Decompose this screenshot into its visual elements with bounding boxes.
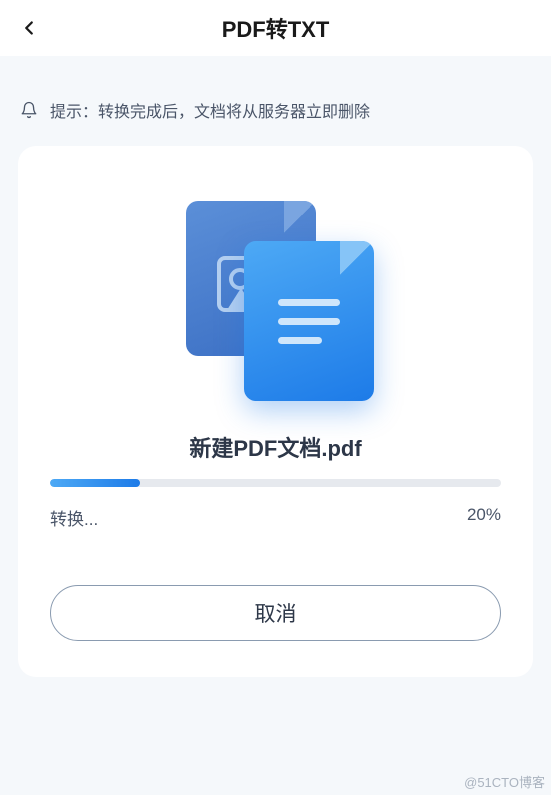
notice-text: 提示：转换完成后，文档将从服务器立即删除 bbox=[50, 98, 370, 122]
file-name: 新建PDF文档.pdf bbox=[189, 431, 361, 463]
header: PDF转TXT bbox=[0, 0, 551, 56]
status-label: 转换... bbox=[50, 505, 98, 530]
progress-bar bbox=[50, 479, 501, 487]
page-title: PDF转TXT bbox=[18, 12, 533, 44]
file-illustration-icon bbox=[186, 201, 366, 381]
notice-bar: 提示：转换完成后，文档将从服务器立即删除 bbox=[0, 84, 551, 136]
bell-icon bbox=[20, 101, 38, 119]
conversion-card: 新建PDF文档.pdf 转换... 20% 取消 bbox=[18, 146, 533, 677]
progress-fill bbox=[50, 479, 140, 487]
watermark-text: @51CTO博客 bbox=[464, 772, 545, 791]
progress-percent: 20% bbox=[467, 505, 501, 530]
progress-info: 转换... 20% bbox=[50, 505, 501, 530]
cancel-button[interactable]: 取消 bbox=[50, 585, 501, 641]
